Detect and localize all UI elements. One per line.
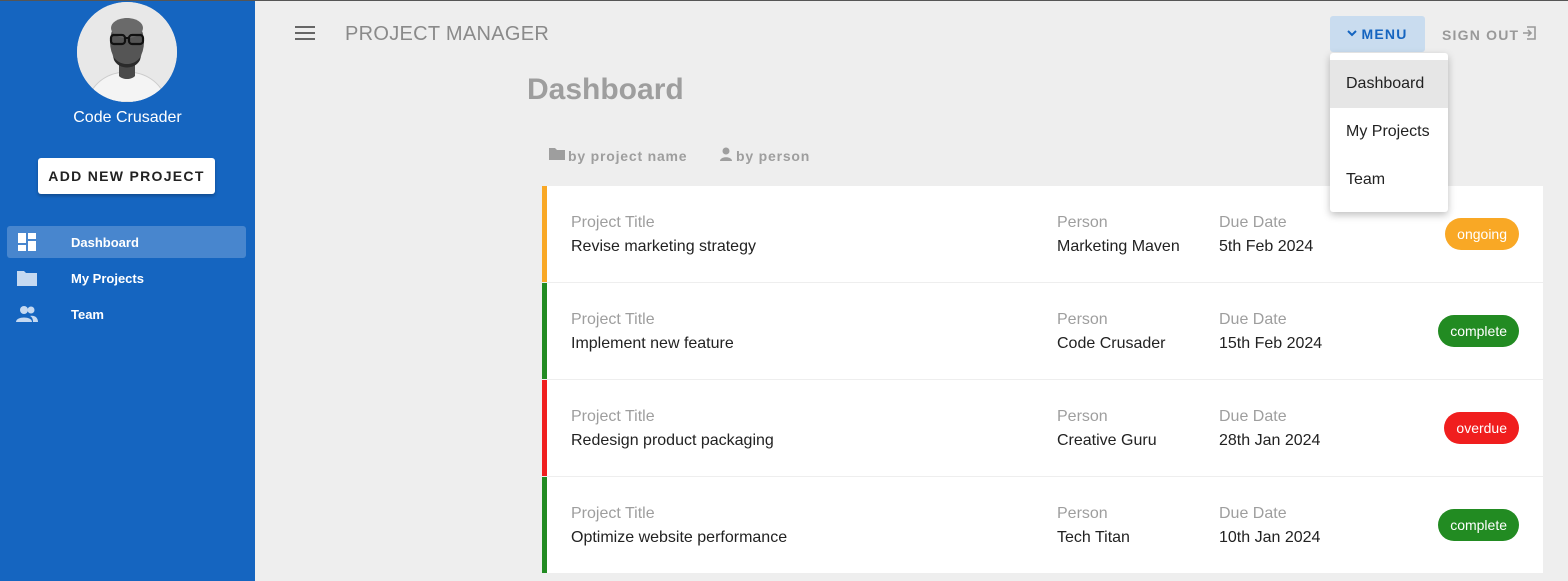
- sort-by-person-label: by person: [736, 147, 811, 164]
- folder-icon: [548, 147, 566, 164]
- due-date-label: Due Date: [1219, 505, 1287, 522]
- username: Code Crusader: [73, 109, 182, 126]
- project-title-label: Project Title: [571, 214, 655, 231]
- add-new-project-button[interactable]: ADD NEW PROJECT: [38, 158, 215, 194]
- due-date-label: Due Date: [1219, 214, 1287, 231]
- project-title: Optimize website performance: [571, 529, 788, 546]
- hamburger-menu-icon[interactable]: [295, 26, 315, 42]
- chevron-down-icon: [1347, 29, 1358, 40]
- sidebar-item-label: My Projects: [71, 271, 144, 286]
- dashboard-icon: [16, 232, 38, 252]
- person-icon: [718, 147, 734, 164]
- sign-out-label: SIGN OUT: [1442, 26, 1520, 43]
- project-card[interactable]: Project Title Optimize website performan…: [542, 477, 1543, 573]
- project-due-date: 28th Jan 2024: [1219, 432, 1321, 449]
- project-person: Code Crusader: [1057, 335, 1166, 352]
- status-badge: complete: [1438, 315, 1519, 347]
- menu-button[interactable]: MENU: [1330, 16, 1425, 52]
- avatar: [77, 2, 177, 102]
- project-title: Revise marketing strategy: [571, 238, 756, 255]
- status-badge: ongoing: [1445, 218, 1519, 250]
- sort-by-person-button[interactable]: by person: [718, 147, 810, 164]
- app-title: PROJECT MANAGER: [345, 23, 550, 45]
- project-title: Implement new feature: [571, 335, 734, 352]
- dropdown-item-team[interactable]: Team: [1330, 156, 1448, 204]
- project-card[interactable]: Project Title Redesign product packaging…: [542, 380, 1543, 476]
- project-person: Marketing Maven: [1057, 238, 1180, 255]
- menu-dropdown: Dashboard My Projects Team: [1330, 53, 1448, 212]
- due-date-label: Due Date: [1219, 408, 1287, 425]
- project-card[interactable]: Project Title Implement new feature Pers…: [542, 283, 1543, 379]
- dropdown-item-dashboard[interactable]: Dashboard: [1330, 60, 1448, 108]
- exit-icon: [1521, 25, 1537, 44]
- status-badge: overdue: [1444, 412, 1519, 444]
- person-label: Person: [1057, 311, 1108, 328]
- person-label: Person: [1057, 505, 1108, 522]
- sort-by-project-name-button[interactable]: by project name: [548, 147, 687, 164]
- menu-button-label: MENU: [1361, 26, 1408, 42]
- page-title: Dashboard: [527, 73, 684, 106]
- person-label: Person: [1057, 408, 1108, 425]
- project-person: Creative Guru: [1057, 432, 1157, 449]
- status-badge: complete: [1438, 509, 1519, 541]
- sidebar-item-label: Dashboard: [71, 235, 139, 250]
- project-title-label: Project Title: [571, 408, 655, 425]
- project-title-label: Project Title: [571, 311, 655, 328]
- sidebar-item-label: Team: [71, 307, 104, 322]
- project-due-date: 15th Feb 2024: [1219, 335, 1323, 352]
- sidebar-item-team[interactable]: Team: [7, 298, 246, 330]
- sidebar-item-my-projects[interactable]: My Projects: [7, 262, 246, 294]
- project-person: Tech Titan: [1057, 529, 1130, 546]
- project-title-label: Project Title: [571, 505, 655, 522]
- folder-icon: [16, 268, 38, 288]
- dropdown-item-my-projects[interactable]: My Projects: [1330, 108, 1448, 156]
- due-date-label: Due Date: [1219, 311, 1287, 328]
- person-label: Person: [1057, 214, 1108, 231]
- sidebar-item-dashboard[interactable]: Dashboard: [7, 226, 246, 258]
- people-icon: [16, 304, 38, 324]
- sidebar: Code Crusader ADD NEW PROJECT Dashboard …: [0, 1, 255, 581]
- project-due-date: 10th Jan 2024: [1219, 529, 1321, 546]
- sort-by-project-name-label: by project name: [568, 147, 688, 164]
- sign-out-button[interactable]: SIGN OUT: [1442, 25, 1537, 44]
- project-title: Redesign product packaging: [571, 432, 774, 449]
- project-due-date: 5th Feb 2024: [1219, 238, 1314, 255]
